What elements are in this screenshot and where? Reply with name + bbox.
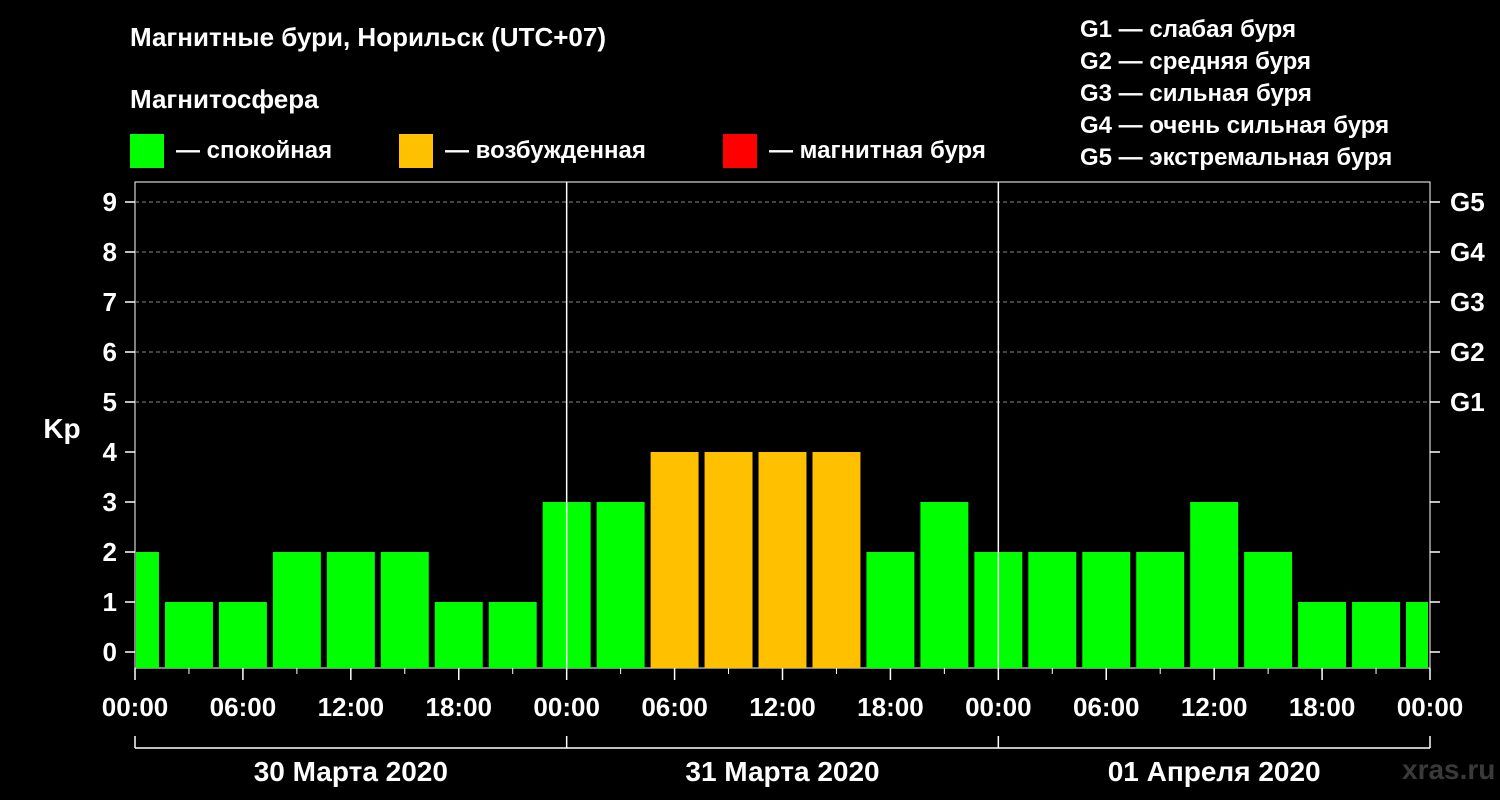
x-tick-label: 00:00: [533, 692, 600, 722]
y-tick-label: 2: [103, 537, 117, 567]
kp-bar: [488, 602, 537, 668]
kp-bar: [812, 452, 861, 668]
kp-bar: [164, 602, 213, 668]
kp-bar: [136, 552, 159, 668]
x-tick-label: 00:00: [965, 692, 1032, 722]
y-axis-label: Kp: [43, 413, 80, 444]
x-tick-label: 12:00: [318, 692, 385, 722]
kp-bar: [758, 452, 807, 668]
day-label: 30 Марта 2020: [254, 756, 448, 787]
kp-bar-chart: 0 1 2 3 4 5 6 7 8 9 G1 G2 G3 G4 G5 Kp 00:00 06:00 12:00 18:…: [43, 181, 1485, 787]
kp-bar: [1082, 552, 1131, 668]
y-tick-label: 7: [103, 287, 117, 317]
watermark: xras.ru: [1402, 754, 1496, 785]
x-tick-label: 12:00: [749, 692, 816, 722]
y-tick-label: 4: [103, 437, 118, 467]
y-tick-label: 0: [103, 637, 117, 667]
kp-bar: [1190, 502, 1239, 668]
x-tick-label: 18:00: [857, 692, 924, 722]
kp-bar: [1136, 552, 1185, 668]
kp-bar: [272, 552, 321, 668]
kp-bar: [1406, 602, 1428, 668]
x-tick-label: 12:00: [1181, 692, 1248, 722]
kp-bar: [596, 502, 645, 668]
g-level-label: G3: [1450, 287, 1485, 317]
kp-bar: [218, 602, 267, 668]
kp-bar: [1298, 602, 1347, 668]
kp-bar: [380, 552, 429, 668]
kp-bar: [1244, 552, 1293, 668]
x-tick-label: 00:00: [102, 692, 169, 722]
kp-bar: [650, 452, 699, 668]
y-tick-label: 5: [103, 387, 117, 417]
x-tick-label: 18:00: [426, 692, 493, 722]
y-tick-label: 9: [103, 187, 117, 217]
g-level-label: G1: [1450, 387, 1485, 417]
day-label: 01 Апреля 2020: [1108, 756, 1321, 787]
y-tick-label: 6: [103, 337, 117, 367]
kp-bar: [704, 452, 753, 668]
x-tick-label: 18:00: [1289, 692, 1356, 722]
x-tick-label: 06:00: [1073, 692, 1140, 722]
y-tick-label: 3: [103, 487, 117, 517]
g-level-label: G2: [1450, 337, 1485, 367]
g-level-label: G5: [1450, 187, 1485, 217]
day-label: 31 Марта 2020: [685, 756, 879, 787]
kp-bar: [434, 602, 483, 668]
kp-bar: [326, 552, 375, 668]
kp-bar: [1028, 552, 1077, 668]
x-tick-label: 00:00: [1397, 692, 1464, 722]
kp-bar: [1352, 602, 1401, 668]
y-tick-label: 8: [103, 237, 117, 267]
x-tick-label: 06:00: [641, 692, 708, 722]
y-tick-label: 1: [103, 587, 117, 617]
x-tick-label: 06:00: [210, 692, 277, 722]
kp-bar: [920, 502, 969, 668]
kp-bar: [866, 552, 915, 668]
g-level-label: G4: [1450, 237, 1485, 267]
